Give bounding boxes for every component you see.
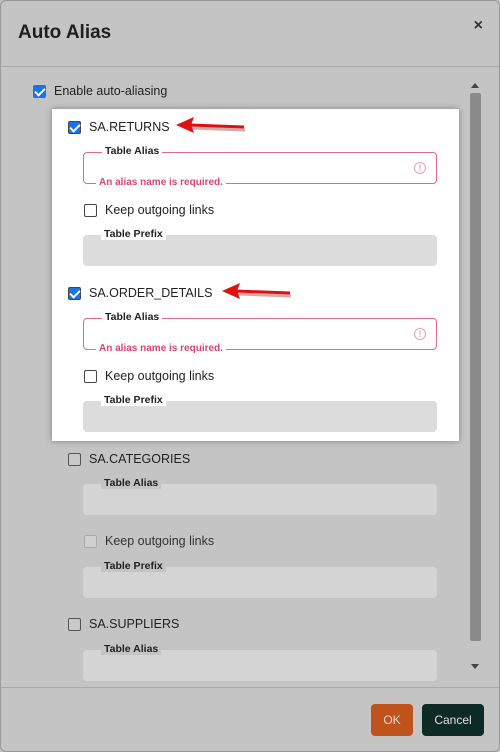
- ok-button[interactable]: OK: [371, 704, 413, 736]
- auto-alias-dialog: Auto Alias × Enable auto-aliasing SA.CAT…: [0, 0, 500, 752]
- red-arrow-annotation-icon: [176, 117, 246, 133]
- enable-auto-aliasing-checkbox[interactable]: [33, 85, 46, 98]
- error-circle-icon: !: [414, 162, 426, 174]
- table-prefix-label: Table Prefix: [101, 394, 166, 406]
- scroll-thumb[interactable]: [470, 93, 481, 641]
- table-name-order-details: SA.ORDER_DETAILS: [89, 286, 213, 300]
- table-prefix-field-categories[interactable]: Table Prefix: [83, 560, 437, 598]
- table-alias-label: Table Alias: [101, 477, 162, 489]
- close-icon[interactable]: ×: [474, 17, 483, 35]
- table-alias-field-order-details[interactable]: Table Alias An alias name is required. !: [83, 311, 437, 354]
- alias-error-message: An alias name is required.: [96, 343, 226, 354]
- scroll-up-icon[interactable]: [471, 83, 479, 88]
- table-alias-label: Table Alias: [102, 311, 163, 323]
- table-name-suppliers: SA.SUPPLIERS: [89, 617, 180, 631]
- table-checkbox-order-details[interactable]: [68, 287, 81, 300]
- table-alias-field-returns[interactable]: Table Alias An alias name is required. !: [83, 145, 437, 188]
- table-name-returns: SA.RETURNS: [89, 120, 170, 134]
- table-checkbox-returns[interactable]: [68, 121, 81, 134]
- keep-links-checkbox-returns[interactable]: [84, 204, 97, 217]
- table-prefix-label: Table Prefix: [101, 228, 166, 240]
- keep-links-checkbox-categories[interactable]: [84, 535, 97, 548]
- keep-links-label-categories: Keep outgoing links: [105, 534, 215, 548]
- cancel-button[interactable]: Cancel: [422, 704, 484, 736]
- table-alias-field-suppliers[interactable]: Table Alias: [83, 643, 437, 681]
- enable-auto-aliasing-label: Enable auto-aliasing: [54, 84, 168, 98]
- error-circle-icon: !: [414, 328, 426, 340]
- table-prefix-field-order-details[interactable]: Table Prefix: [83, 394, 437, 432]
- table-alias-label: Table Alias: [102, 145, 163, 157]
- dialog-footer: OK Cancel: [1, 687, 499, 751]
- scroll-down-icon[interactable]: [471, 664, 479, 669]
- table-checkbox-suppliers[interactable]: [68, 618, 81, 631]
- table-checkbox-categories[interactable]: [68, 453, 81, 466]
- keep-links-label-order-details: Keep outgoing links: [105, 369, 215, 383]
- keep-links-label-returns: Keep outgoing links: [105, 203, 215, 217]
- red-arrow-annotation-icon: [222, 283, 292, 299]
- vertical-scrollbar[interactable]: [468, 83, 482, 669]
- keep-links-checkbox-order-details[interactable]: [84, 370, 97, 383]
- dialog-header: Auto Alias ×: [1, 1, 499, 67]
- table-alias-field-categories[interactable]: Table Alias: [83, 477, 437, 515]
- table-prefix-label: Table Prefix: [101, 560, 166, 572]
- table-prefix-field-returns[interactable]: Table Prefix: [83, 228, 437, 266]
- highlighted-tables-panel: SA.RETURNS Table Alias An alias name is …: [52, 109, 459, 441]
- dialog-title: Auto Alias: [18, 22, 112, 43]
- table-name-categories: SA.CATEGORIES: [89, 452, 191, 466]
- alias-error-message: An alias name is required.: [96, 177, 226, 188]
- table-alias-label: Table Alias: [101, 643, 162, 655]
